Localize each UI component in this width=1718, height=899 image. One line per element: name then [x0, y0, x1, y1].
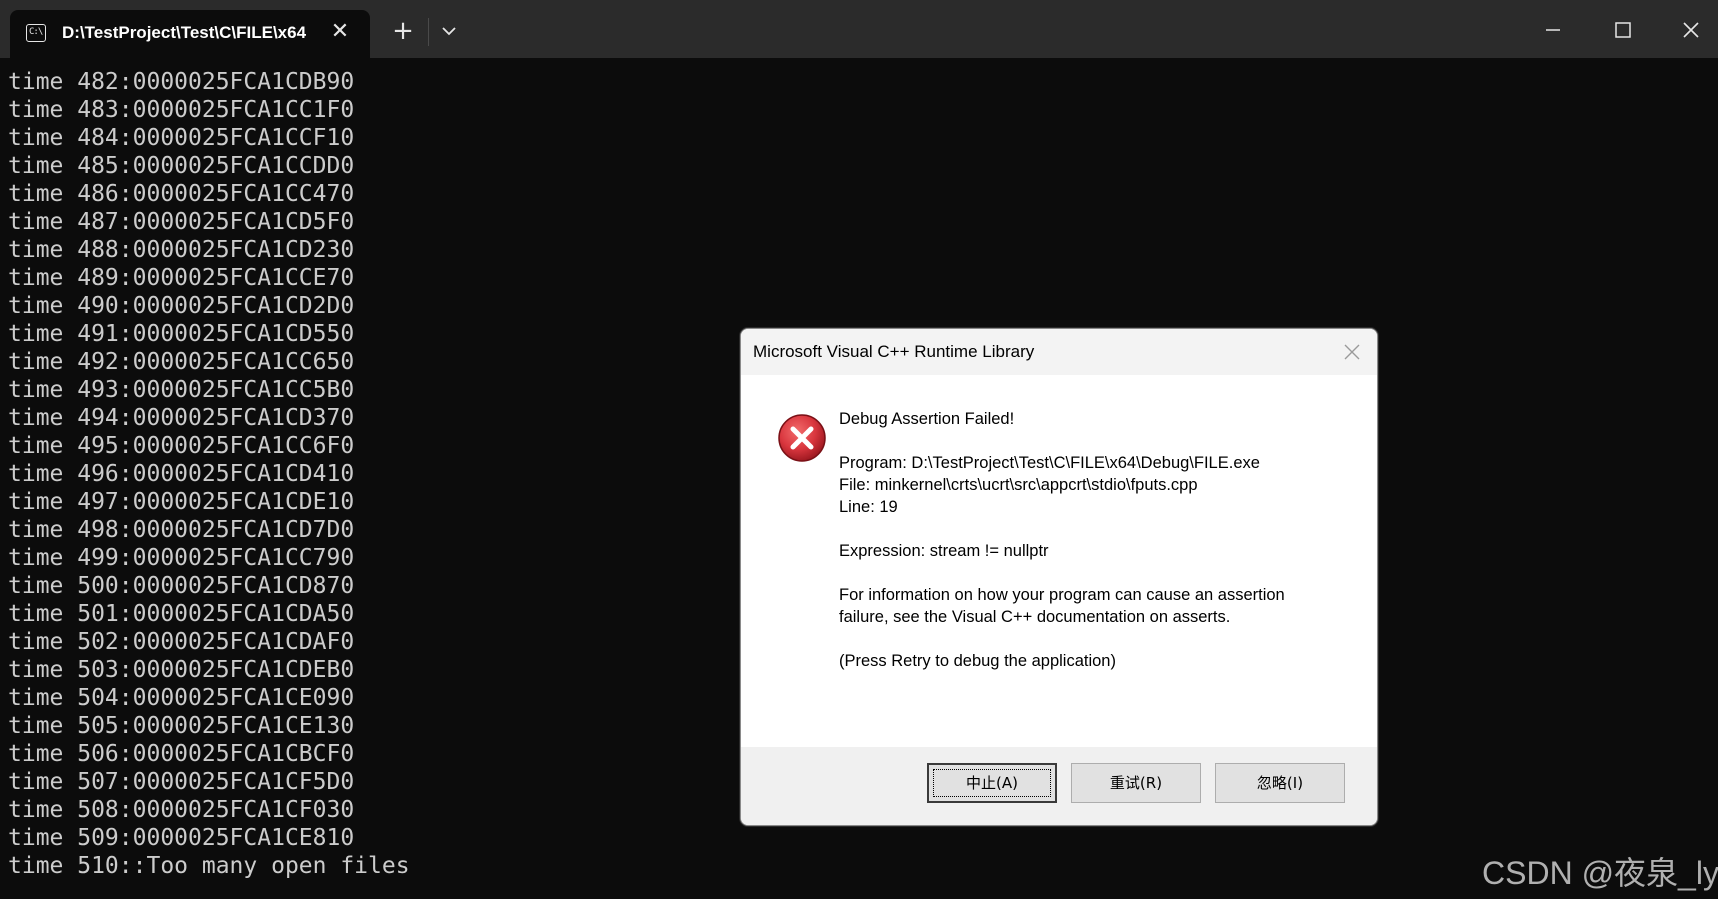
console-line: time 503:0000025FCA1CDEB0 — [8, 657, 355, 683]
assertion-expression: Expression: stream != nullptr — [839, 542, 1049, 560]
console-line: time 495:0000025FCA1CC6F0 — [8, 433, 355, 459]
console-line: time 497:0000025FCA1CDE10 — [8, 489, 355, 515]
console-line: time 510::Too many open files — [8, 853, 410, 879]
maximize-button[interactable] — [1600, 14, 1646, 46]
dialog-footer: 中止(A) 重试(R) 忽略(I) — [741, 747, 1377, 825]
console-line: time 498:0000025FCA1CD7D0 — [8, 517, 355, 543]
console-line: time 504:0000025FCA1CE090 — [8, 685, 355, 711]
file-path: File: minkernel\crts\ucrt\src\appcrt\std… — [839, 476, 1198, 494]
press-retry-hint: (Press Retry to debug the application) — [839, 652, 1116, 670]
retry-button[interactable]: 重试(R) — [1071, 763, 1201, 803]
dialog-body: Debug Assertion Failed! Program: D:\Test… — [741, 375, 1377, 753]
console-line: time 496:0000025FCA1CD410 — [8, 461, 355, 487]
console-line: time 487:0000025FCA1CD5F0 — [8, 209, 355, 235]
assertion-heading: Debug Assertion Failed! — [839, 410, 1015, 428]
line-number: Line: 19 — [839, 498, 898, 516]
console-line: time 484:0000025FCA1CCF10 — [8, 125, 355, 151]
console-output[interactable]: time 482:0000025FCA1CDB90 time 483:000002… — [8, 68, 410, 880]
dialog-title: Microsoft Visual C++ Runtime Library — [753, 342, 1035, 361]
console-line: time 490:0000025FCA1CD2D0 — [8, 293, 355, 319]
console-line: time 493:0000025FCA1CC5B0 — [8, 377, 355, 403]
console-line: time 488:0000025FCA1CD230 — [8, 237, 355, 263]
ignore-button[interactable]: 忽略(I) — [1215, 763, 1345, 803]
abort-button[interactable]: 中止(A) — [927, 763, 1057, 803]
dialog-close-icon[interactable] — [1341, 341, 1363, 363]
console-line: time 486:0000025FCA1CC470 — [8, 181, 355, 207]
console-line: time 509:0000025FCA1CE810 — [8, 825, 355, 851]
console-icon: C:\ — [26, 24, 46, 42]
console-line: time 489:0000025FCA1CCE70 — [8, 265, 355, 291]
minimize-button[interactable] — [1530, 14, 1576, 46]
chevron-down-icon[interactable] — [438, 20, 460, 42]
console-line: time 500:0000025FCA1CD870 — [8, 573, 355, 599]
error-icon — [777, 413, 827, 463]
console-line: time 483:0000025FCA1CC1F0 — [8, 97, 355, 123]
terminal-tab[interactable]: C:\ D:\TestProject\Test\C\FILE\x64 ✕ — [10, 10, 370, 58]
terminal-titlebar: C:\ D:\TestProject\Test\C\FILE\x64 ✕ + — [0, 0, 1718, 58]
watermark: CSDN @夜泉_ly — [1482, 855, 1718, 891]
program-path: Program: D:\TestProject\Test\C\FILE\x64\… — [839, 454, 1260, 472]
info-line-1: For information on how your program can … — [839, 586, 1285, 604]
console-line: time 485:0000025FCA1CCDD0 — [8, 153, 355, 179]
console-line: time 494:0000025FCA1CD370 — [8, 405, 355, 431]
console-line: time 492:0000025FCA1CC650 — [8, 349, 355, 375]
console-line: time 506:0000025FCA1CBCF0 — [8, 741, 355, 767]
console-line: time 502:0000025FCA1CDAF0 — [8, 629, 355, 655]
console-line: time 505:0000025FCA1CE130 — [8, 713, 355, 739]
console-line: time 507:0000025FCA1CF5D0 — [8, 769, 355, 795]
info-line-2: failure, see the Visual C++ documentatio… — [839, 608, 1231, 626]
close-tab-icon[interactable]: ✕ — [328, 20, 352, 44]
tab-title: D:\TestProject\Test\C\FILE\x64 — [62, 23, 307, 42]
console-line: time 508:0000025FCA1CF030 — [8, 797, 355, 823]
close-window-button[interactable] — [1668, 14, 1714, 46]
assertion-dialog: Microsoft Visual C++ Runtime Library Deb… — [740, 328, 1378, 826]
console-line: time 501:0000025FCA1CDA50 — [8, 601, 355, 627]
dialog-titlebar: Microsoft Visual C++ Runtime Library — [741, 329, 1377, 375]
tab-divider — [428, 18, 429, 46]
console-line: time 499:0000025FCA1CC790 — [8, 545, 355, 571]
new-tab-button[interactable]: + — [390, 18, 416, 44]
console-line: time 491:0000025FCA1CD550 — [8, 321, 355, 347]
console-line: time 482:0000025FCA1CDB90 — [8, 69, 355, 95]
